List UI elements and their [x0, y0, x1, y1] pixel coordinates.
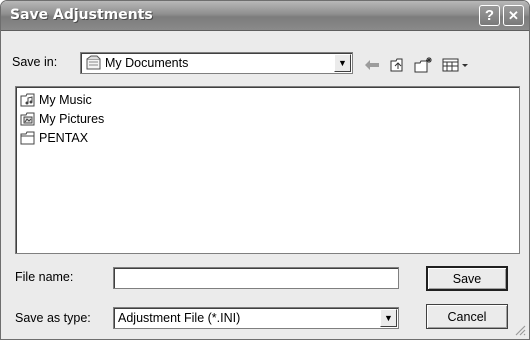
list-item[interactable]: My Pictures	[20, 111, 104, 127]
create-new-folder-button[interactable]	[412, 55, 436, 75]
help-icon: ?	[484, 7, 495, 24]
resize-grip-icon[interactable]	[514, 324, 526, 336]
save-in-dropdown-button[interactable]: ▼	[334, 54, 351, 72]
up-folder-icon	[390, 58, 402, 72]
file-name: My Music	[39, 93, 92, 107]
file-name-input[interactable]	[113, 267, 399, 289]
file-name: My Pictures	[39, 112, 105, 126]
file-name: PENTAX	[39, 131, 89, 145]
new-folder-icon	[414, 57, 432, 73]
my-documents-icon	[86, 55, 101, 70]
back-icon	[365, 60, 379, 70]
cancel-button[interactable]: Cancel	[426, 304, 508, 329]
close-button[interactable]: ✕	[503, 5, 524, 26]
view-menu-button[interactable]	[441, 55, 473, 75]
music-folder-icon	[20, 93, 35, 107]
chevron-down-icon: ▼	[384, 313, 393, 323]
list-item[interactable]: My Music	[20, 92, 92, 108]
file-list[interactable]: My Music My Pictures PENTAX	[15, 86, 520, 254]
save-as-type-value: Adjustment File (*.INI)	[118, 311, 241, 325]
close-icon: ✕	[508, 7, 519, 23]
save-as-type-dropdown-button[interactable]: ▼	[380, 309, 397, 327]
save-button[interactable]: Save	[426, 266, 508, 291]
save-as-type-label: Save as type:	[15, 311, 91, 325]
save-in-value: My Documents	[105, 56, 189, 70]
file-name-label: File name:	[15, 270, 74, 284]
back-button[interactable]	[361, 55, 383, 75]
title-bar[interactable]: Save Adjustments ? ✕	[1, 1, 529, 31]
save-adjustments-dialog: Save Adjustments ? ✕ Save in: My Documen…	[0, 0, 530, 340]
help-button[interactable]: ?	[479, 5, 500, 26]
dialog-title: Save Adjustments	[10, 7, 153, 23]
folder-icon	[20, 131, 35, 145]
save-as-type-combo[interactable]: Adjustment File (*.INI) ▼	[113, 307, 399, 329]
save-in-label: Save in:	[12, 55, 58, 69]
pictures-folder-icon	[20, 112, 35, 126]
up-one-level-button[interactable]	[387, 55, 409, 75]
list-item[interactable]: PENTAX	[20, 130, 88, 146]
view-menu-icon	[442, 58, 468, 72]
save-in-combo[interactable]: My Documents ▼	[80, 52, 353, 74]
chevron-down-icon: ▼	[338, 58, 347, 68]
